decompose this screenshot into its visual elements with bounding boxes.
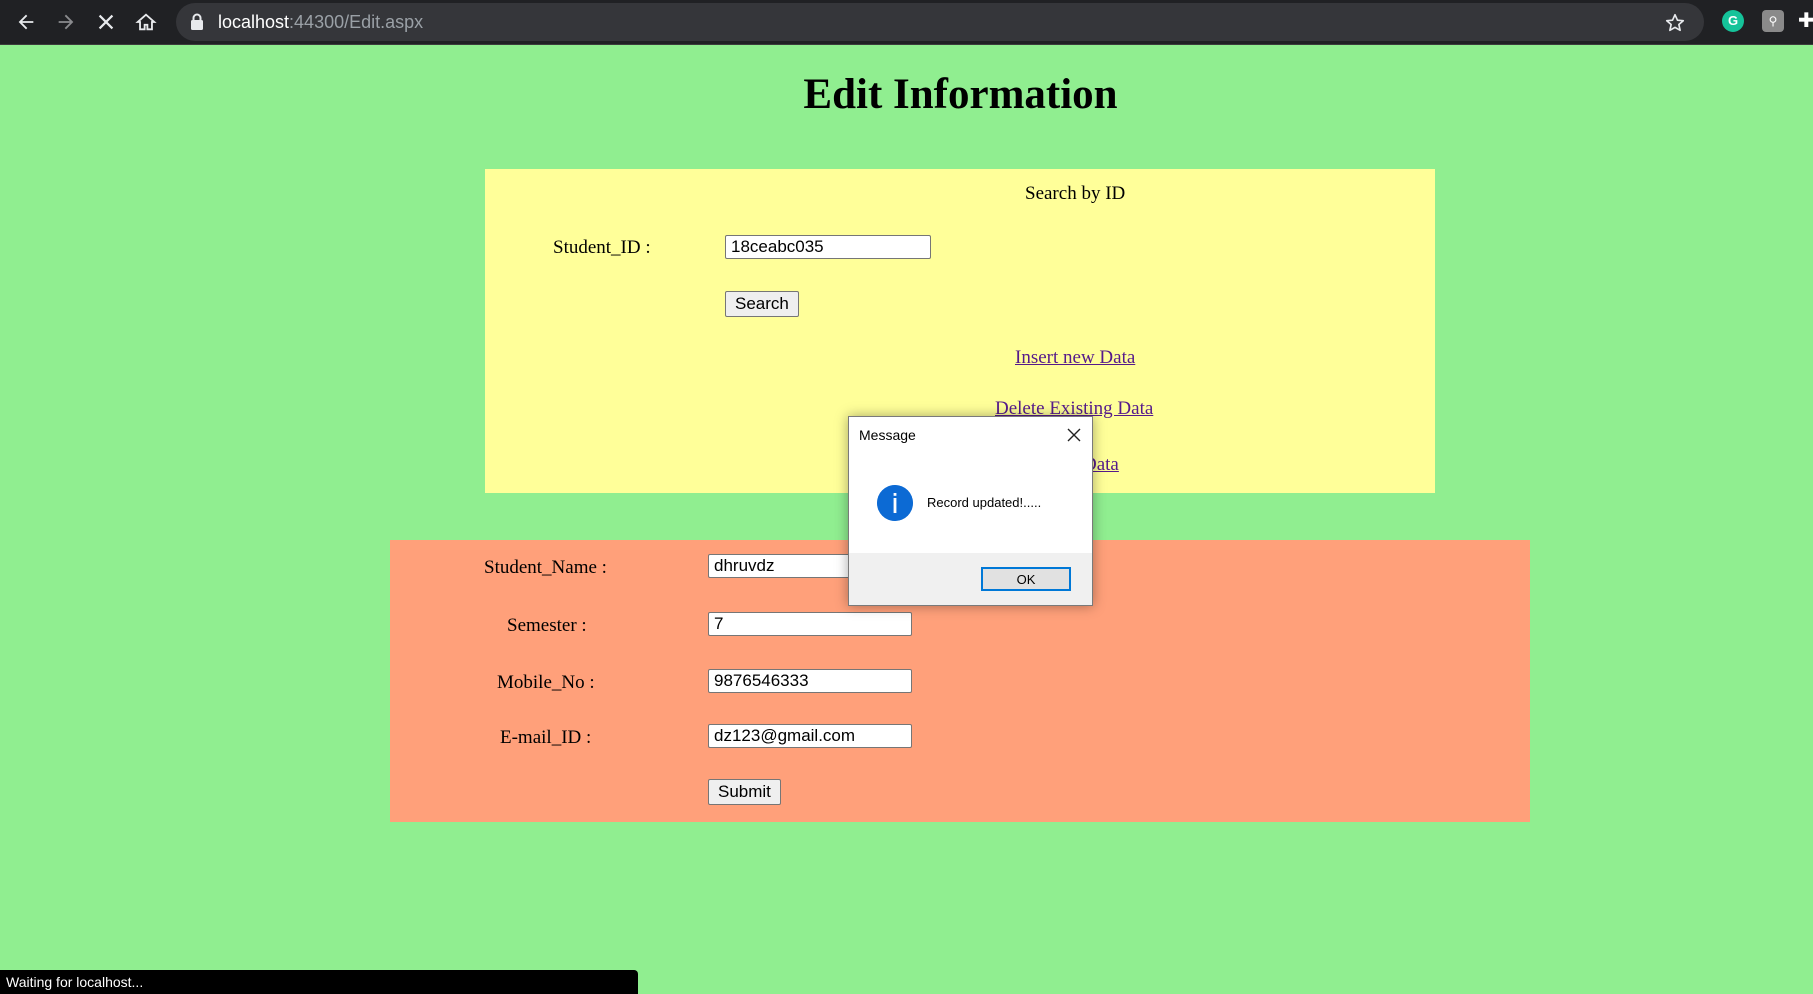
url-host: localhost xyxy=(218,12,290,32)
dialog-footer: OK xyxy=(849,553,1092,605)
grammarly-extension-icon[interactable]: G xyxy=(1722,10,1744,32)
close-x-icon xyxy=(98,14,114,30)
student-id-input[interactable] xyxy=(725,235,931,259)
ok-button[interactable]: OK xyxy=(981,567,1071,591)
home-button[interactable] xyxy=(130,6,162,38)
home-icon xyxy=(135,13,157,31)
stop-loading-button[interactable] xyxy=(90,6,122,38)
url-text: localhost:44300/Edit.aspx xyxy=(218,12,423,33)
mobile-no-input[interactable] xyxy=(708,669,912,693)
back-arrow-icon xyxy=(18,14,34,30)
semester-label: Semester : xyxy=(507,615,587,636)
mobile-no-label: Mobile_No : xyxy=(497,672,595,693)
extensions-puzzle-icon[interactable]: ✚ xyxy=(1798,8,1813,32)
email-id-label: E-mail_ID : xyxy=(500,727,592,748)
student-id-label: Student_ID : xyxy=(553,237,651,258)
url-path: :44300/Edit.aspx xyxy=(289,12,424,32)
browser-toolbar: localhost:44300/Edit.aspx G ⚲ ✚ xyxy=(0,0,1813,45)
insert-new-data-link[interactable]: Insert new Data xyxy=(1015,347,1135,369)
search-heading: Search by ID xyxy=(1025,183,1126,204)
lock-icon xyxy=(191,13,203,30)
address-bar[interactable]: localhost:44300/Edit.aspx xyxy=(176,3,1704,41)
dialog-title: Message xyxy=(859,427,916,443)
close-icon[interactable] xyxy=(1064,425,1084,445)
search-button[interactable]: Search xyxy=(725,291,799,317)
forward-button[interactable] xyxy=(50,6,82,38)
student-name-label: Student_Name : xyxy=(484,557,607,578)
email-id-input[interactable] xyxy=(708,724,912,748)
back-button[interactable] xyxy=(10,6,42,38)
page-title: Edit Information xyxy=(803,71,1118,118)
forward-arrow-icon xyxy=(58,14,74,30)
info-icon xyxy=(877,485,913,521)
submit-button[interactable]: Submit xyxy=(708,779,781,805)
extension-icon[interactable]: ⚲ xyxy=(1762,10,1784,32)
semester-input[interactable] xyxy=(708,612,912,636)
status-bar: Waiting for localhost... xyxy=(0,970,638,994)
dialog-message: Record updated!..... xyxy=(927,495,1042,510)
message-dialog: Message Record updated!..... OK xyxy=(848,416,1093,606)
bookmark-star-icon[interactable] xyxy=(1664,12,1686,34)
